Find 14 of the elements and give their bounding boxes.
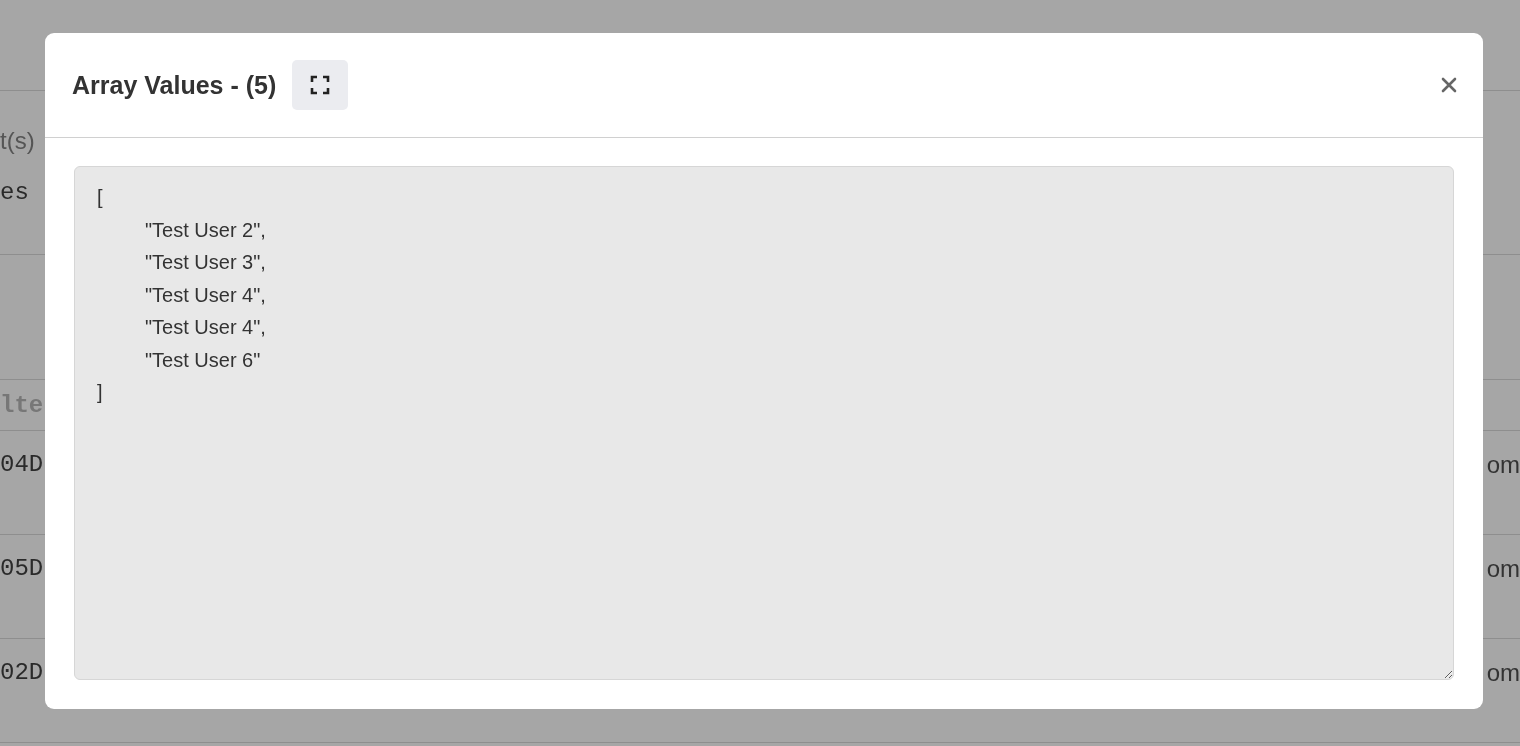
background-text: t(s) xyxy=(0,127,35,155)
table-cell: om xyxy=(1486,555,1520,583)
table-cell: 04D xyxy=(0,451,44,478)
close-icon xyxy=(1441,77,1457,93)
dialog-title: Array Values - (5) xyxy=(72,70,277,100)
table-cell: 02D xyxy=(0,659,44,686)
json-text-area[interactable]: [ "Test User 2", "Test User 3", "Test User 4", "Test User 4", "Test User 6" ] xyxy=(74,166,1454,680)
table-cell: om xyxy=(1486,451,1520,479)
table-cell: 05D xyxy=(0,555,44,582)
fullscreen-icon xyxy=(310,75,331,95)
fullscreen-button[interactable] xyxy=(292,60,349,110)
table-cell: om xyxy=(1486,659,1520,687)
close-button[interactable] xyxy=(1441,77,1457,93)
background-text: es xyxy=(0,179,29,206)
